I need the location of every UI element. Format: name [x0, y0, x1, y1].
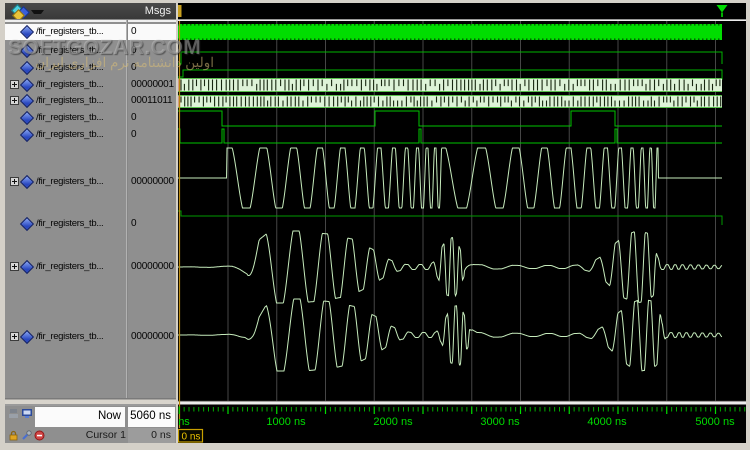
signal-name[interactable]: /fir_registers_tb...	[36, 176, 125, 187]
remove-red-icon[interactable]	[34, 430, 45, 441]
monitor-icon[interactable]	[21, 408, 33, 419]
signal-diamond-icon	[20, 217, 34, 231]
lock-icon[interactable]	[8, 430, 19, 441]
wave-group-icon[interactable]	[11, 5, 37, 18]
wrench-icon[interactable]	[21, 430, 32, 441]
signal-row[interactable]: /fir_registers_tb... 0	[5, 43, 176, 59]
separator-line	[178, 401, 746, 402]
wave-pane[interactable]: ns 1000 ns 2000 ns 3000 ns 4000 ns 5000 ns 0 n…	[176, 3, 748, 443]
cursor-flag-strip	[178, 3, 746, 19]
stamp-icon[interactable]	[8, 408, 19, 419]
separator-line	[178, 402, 746, 404]
signal-diamond-icon	[20, 94, 34, 108]
signal-row[interactable]: /fir_registers_tb... 00011011	[5, 93, 176, 109]
now-row: Now 5060 ns	[5, 406, 176, 428]
signal-row[interactable]: /fir_registers_tb... 0	[5, 60, 176, 76]
signal-diamond-icon	[20, 25, 34, 39]
signal-value: 0	[131, 218, 175, 229]
column-divider[interactable]	[126, 20, 128, 428]
signal-name[interactable]: /fir_registers_tb...	[36, 62, 125, 73]
separator-line	[178, 19, 746, 20]
expand-plus-icon[interactable]	[10, 177, 19, 186]
expand-plus-icon[interactable]	[10, 96, 19, 105]
signal-panel: Msgs /fir_registers_tb... 0/fir_registers…	[5, 3, 176, 443]
signal-value: 00011011	[131, 95, 175, 106]
signal-row[interactable]: /fir_registers_tb... 00000000	[5, 329, 176, 345]
signal-value: 00000000	[131, 261, 175, 272]
cursor-value-cell: 0 ns	[128, 428, 175, 443]
waveform-canvas[interactable]: ns 1000 ns 2000 ns 3000 ns 4000 ns 5000 ns 0 n…	[178, 3, 748, 443]
signal-name[interactable]: /fir_registers_tb...	[36, 79, 125, 90]
cursor-value: 0 ns	[151, 429, 171, 441]
signal-diamond-icon	[20, 175, 34, 189]
bus-waveform[interactable]	[178, 95, 722, 108]
signal-row[interactable]: /fir_registers_tb... 0	[5, 216, 176, 232]
signal-name[interactable]: /fir_registers_tb...	[36, 95, 125, 106]
signal-diamond-icon	[20, 128, 34, 142]
cursor-track[interactable]	[178, 428, 746, 443]
now-value-cell: 5060 ns	[128, 407, 175, 427]
signal-row[interactable]: /fir_registers_tb... 0	[5, 24, 176, 40]
signal-name[interactable]: /fir_registers_tb...	[36, 112, 125, 123]
signal-value: 0	[131, 112, 175, 123]
signal-row[interactable]: /fir_registers_tb... 0	[5, 127, 176, 143]
signal-name[interactable]: /fir_registers_tb...	[36, 331, 125, 342]
timeline-label: 2000 ns	[373, 416, 413, 428]
now-label: Now	[98, 410, 121, 422]
timeline-label: ns	[178, 416, 190, 428]
signal-value: 0	[131, 62, 175, 73]
signal-diamond-icon	[20, 78, 34, 92]
timeline-label: 5000 ns	[695, 416, 735, 428]
clock-waveform[interactable]	[178, 24, 722, 40]
signal-diamond-icon	[20, 44, 34, 58]
signal-value: 0	[131, 129, 175, 140]
cursor-row-icons	[8, 430, 45, 441]
expand-plus-icon[interactable]	[10, 332, 19, 341]
expand-plus-icon[interactable]	[10, 262, 19, 271]
now-label-cell: Now	[35, 407, 125, 427]
signal-value: 0	[131, 26, 175, 37]
signal-diamond-icon	[20, 330, 34, 344]
separator-line	[178, 404, 746, 405]
signal-name[interactable]: /fir_registers_tb...	[36, 218, 125, 229]
timeline-label: 1000 ns	[266, 416, 306, 428]
signal-row[interactable]: /fir_registers_tb... 00000000	[5, 174, 176, 190]
signal-row[interactable]: /fir_registers_tb... 00000000	[5, 259, 176, 275]
timeline-label: 3000 ns	[480, 416, 520, 428]
signal-diamond-icon	[20, 61, 34, 75]
signal-diamond-icon	[20, 111, 34, 125]
signal-row[interactable]: /fir_registers_tb... 0	[5, 110, 176, 126]
signal-value: 00000000	[131, 331, 175, 342]
now-marker-stem	[721, 13, 723, 18]
signal-value: 00000001	[131, 79, 175, 90]
signal-name[interactable]: /fir_registers_tb...	[36, 26, 125, 37]
signal-value: 0	[131, 45, 175, 56]
panel-header: Msgs	[5, 3, 176, 20]
signal-name[interactable]: /fir_registers_tb...	[36, 45, 125, 56]
signal-row[interactable]: /fir_registers_tb... 00000001	[5, 77, 176, 93]
modelsim-wave-window: Msgs /fir_registers_tb... 0/fir_registers…	[0, 0, 750, 450]
cursor-label: Cursor 1	[86, 429, 126, 441]
signal-name[interactable]: /fir_registers_tb...	[36, 261, 125, 272]
timeline-label: 4000 ns	[587, 416, 627, 428]
cursor-row[interactable]: Cursor 1 0 ns	[5, 428, 176, 443]
cursor-time-readout: 0 ns	[182, 432, 201, 443]
expand-plus-icon[interactable]	[10, 80, 19, 89]
signal-diamond-icon	[20, 260, 34, 274]
now-value: 5060 ns	[130, 410, 171, 422]
horizontal-sash[interactable]	[5, 398, 176, 406]
signal-value: 00000000	[131, 176, 175, 187]
msgs-column-header: Msgs	[145, 5, 171, 17]
cursor-flag-icon[interactable]	[178, 5, 182, 17]
signal-name[interactable]: /fir_registers_tb...	[36, 129, 125, 140]
header-separator	[5, 19, 176, 22]
